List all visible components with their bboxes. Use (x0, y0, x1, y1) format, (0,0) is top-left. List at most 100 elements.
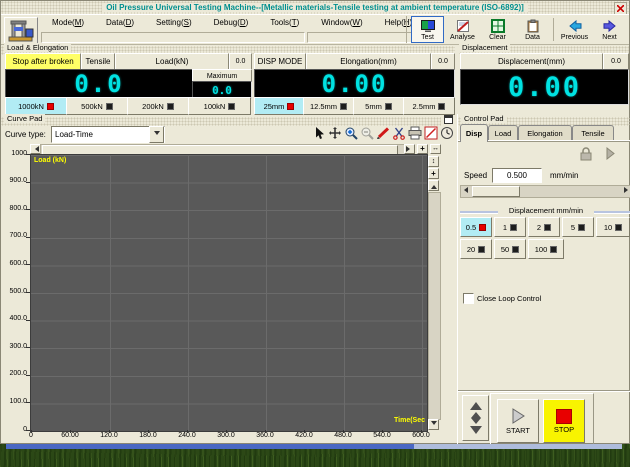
speed-slider[interactable] (460, 185, 630, 198)
jog-crosshead-button[interactable] (462, 395, 489, 441)
pan-icon[interactable] (327, 125, 342, 141)
toolbar-separator (553, 18, 554, 41)
tab-elongation[interactable]: Elongation (518, 125, 572, 141)
range-led-icon (106, 103, 113, 110)
play-icon[interactable] (604, 146, 616, 161)
speed-preset-5[interactable]: 5 (562, 217, 594, 237)
chevron-down-icon[interactable] (149, 126, 164, 143)
stop-after-broken-button[interactable]: Stop after broken (5, 53, 81, 70)
time-axis-dropdown-button[interactable] (428, 419, 439, 430)
app-window: Oil Pressure Universal Testing Machine--… (0, 0, 630, 444)
fit-height-icon[interactable]: ↕ (428, 156, 439, 167)
zoom-out-icon[interactable] (359, 125, 374, 141)
x-tick-label: 300.0 (210, 432, 242, 439)
progress-bar (6, 444, 622, 449)
next-toolbar-label: Next (602, 34, 616, 41)
analyse-toolbar-button[interactable]: Analyse (446, 16, 479, 43)
menu-item-data[interactable]: Data(D) (95, 17, 145, 30)
fit-width-icon[interactable]: ↔ (430, 144, 441, 154)
speed-preset-20[interactable]: 20 (460, 239, 492, 259)
close-loop-checkbox[interactable] (463, 293, 474, 304)
clock-icon[interactable] (439, 125, 454, 141)
speed-preset-0.5[interactable]: 0.5 (460, 217, 492, 237)
test-toolbar-button[interactable]: Test (411, 16, 444, 43)
scissors-icon[interactable] (391, 125, 406, 141)
elongation-range-5mm[interactable]: 5mm (353, 97, 404, 115)
tab-load[interactable]: Load (488, 125, 518, 141)
displacement-group-label: Displacement (459, 43, 510, 52)
tensile-button[interactable]: Tensile (81, 53, 115, 70)
displacement-speed-section-title: Displacement mm/min (498, 206, 594, 215)
x-tick-mark (109, 430, 110, 433)
tab-label: Elongation (527, 129, 562, 138)
elongation-range-2.5mm[interactable]: 2.5mm (403, 97, 455, 115)
title-bar: Oil Pressure Universal Testing Machine--… (1, 1, 629, 14)
speed-preset-1[interactable]: 1 (494, 217, 526, 237)
elongation-header-label: Elongation(mm) (340, 57, 396, 66)
menu-item-setting[interactable]: Setting(S) (145, 17, 203, 30)
vscroll-up-button[interactable] (428, 180, 439, 191)
x-tick-label: 60.00 (54, 432, 86, 439)
speed-preset-10[interactable]: 10 (596, 217, 630, 237)
control-pad: Control Pad DispLoadElongationTensile Sp… (457, 114, 630, 445)
speed-preset-100[interactable]: 100 (528, 239, 564, 259)
y-tick-mark (26, 154, 30, 155)
maximize-pane-icon[interactable] (444, 115, 453, 124)
chart-plot-area[interactable] (30, 154, 428, 432)
data-icon (525, 19, 541, 33)
curve-config-icon[interactable] (423, 125, 438, 141)
elongation-range-12.5mm[interactable]: 12.5mm (303, 97, 354, 115)
x-tick-label: 420.0 (288, 432, 320, 439)
load-range-label: 100kN (204, 102, 226, 111)
clear-toolbar-button[interactable]: Clear (481, 16, 514, 43)
speed-preset-50[interactable]: 50 (494, 239, 526, 259)
slider-right-arrow[interactable] (624, 187, 630, 193)
y-tick-mark (26, 320, 30, 321)
curve-type-dropdown[interactable]: Load-Time (51, 126, 165, 143)
y-tick-label: 800.0 (1, 205, 27, 212)
next-toolbar-button[interactable]: Next (593, 16, 626, 43)
pan-horizontal-icon[interactable]: + (417, 144, 428, 154)
curve-type-label: Curve type: (5, 130, 46, 139)
menu-item-debug[interactable]: Debug(D) (203, 17, 260, 30)
menu-item-mode[interactable]: Mode(M) (41, 17, 95, 30)
lock-icon[interactable] (578, 146, 594, 161)
zoom-in-icon[interactable] (343, 125, 358, 141)
start-button[interactable]: START (497, 399, 539, 443)
vscroll-track[interactable] (428, 192, 441, 420)
pen-icon[interactable] (375, 125, 390, 141)
slider-thumb[interactable] (472, 186, 520, 197)
printer-icon[interactable] (407, 125, 422, 141)
tab-disp[interactable]: Disp (460, 124, 488, 142)
hscroll-right-button[interactable] (404, 144, 415, 154)
slider-left-arrow[interactable] (461, 187, 468, 193)
speed-preset-label: 5 (571, 223, 575, 232)
tab-label: Load (495, 129, 512, 138)
cursor-icon[interactable] (311, 125, 326, 141)
y-tick-label: 100.0 (1, 398, 27, 405)
y-tick-label: 700.0 (1, 232, 27, 239)
x-tick-mark (226, 430, 227, 433)
speed-preset-2[interactable]: 2 (528, 217, 560, 237)
previous-toolbar-button[interactable]: Previous (558, 16, 591, 43)
pan-vertical-icon[interactable]: + (428, 168, 439, 179)
data-toolbar-button[interactable]: Data (516, 16, 549, 43)
load-range-100kN[interactable]: 100kN (188, 97, 251, 115)
displacement-lcd: 0.00 (460, 69, 629, 105)
y-axis-title: Load (kN) (34, 157, 66, 164)
disp-mode-button[interactable]: DISP MODE (254, 53, 306, 70)
main-toolbar: TestAnalyseClearData Previous Next (406, 16, 627, 43)
speed-input[interactable]: 0.500 (492, 168, 542, 183)
load-range-1000kN[interactable]: 1000kN (5, 97, 67, 115)
y-tick-mark (26, 264, 30, 265)
load-range-500kN[interactable]: 500kN (66, 97, 128, 115)
tab-tensile[interactable]: Tensile (572, 125, 614, 141)
load-range-200kN[interactable]: 200kN (127, 97, 189, 115)
menu-item-tools[interactable]: Tools(T) (259, 17, 310, 30)
stop-button[interactable]: STOP (543, 399, 585, 443)
displacement-peek-value: 0.0 (603, 53, 629, 70)
speed-led-icon (615, 224, 622, 231)
elongation-range-25mm[interactable]: 25mm (254, 97, 304, 115)
start-play-icon (508, 407, 528, 425)
menu-item-window[interactable]: Window(W) (310, 17, 373, 30)
